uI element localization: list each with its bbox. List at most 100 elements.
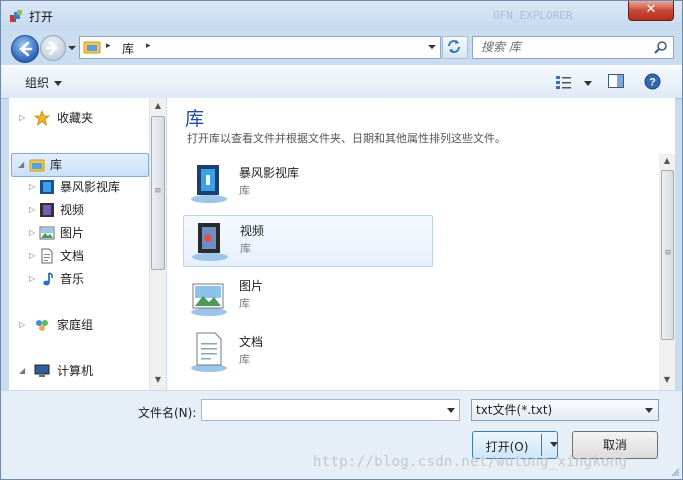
- tree-label: 库: [50, 158, 63, 172]
- collapse-arrow-icon[interactable]: ◢: [19, 360, 25, 382]
- open-options-dropdown-icon[interactable]: [550, 442, 558, 447]
- filename-input[interactable]: [202, 400, 440, 420]
- chevron-down-icon[interactable]: [645, 408, 653, 413]
- address-bar[interactable]: ▸ 库 ▸: [79, 36, 441, 59]
- scroll-down-icon[interactable]: ▼: [659, 375, 675, 384]
- chevron-down-icon[interactable]: [447, 408, 455, 413]
- expand-arrow-icon[interactable]: ▷: [29, 245, 35, 267]
- library-item-storm-video[interactable]: 暴风影视库 库: [183, 158, 431, 208]
- library-item-videos[interactable]: 视频 库: [183, 215, 433, 267]
- tree-item-music[interactable]: ▷ 音乐: [27, 268, 147, 290]
- file-type-value: txt文件(*.txt): [476, 403, 553, 417]
- address-dropdown-icon[interactable]: [428, 43, 436, 51]
- title-bar[interactable]: 打开 OFN_EXPLORER ✕: [1, 1, 682, 31]
- content-scrollbar[interactable]: ▲ ≡ ▼: [659, 154, 675, 390]
- navigation-pane[interactable]: ▷ 收藏夹 ◢ 库 ▷ 暴风影视库 ▷ 视频 ▷ 图片 ▷ 文档 ▷ 音乐 ▷ …: [9, 98, 163, 390]
- tree-label: 家庭组: [57, 318, 94, 332]
- change-view-icon[interactable]: [554, 73, 574, 91]
- cancel-button-label: 取消: [602, 438, 627, 452]
- open-button-label: 打开(O): [485, 440, 529, 454]
- back-arrow-icon: [19, 41, 33, 57]
- command-bar: 组织 ?: [1, 65, 682, 99]
- expand-arrow-icon[interactable]: ▷: [29, 199, 35, 221]
- expand-arrow-icon[interactable]: ▷: [29, 268, 35, 290]
- watermark: http://blog.csdn.net/wutong_xingkong: [313, 454, 628, 470]
- expand-arrow-icon[interactable]: ▷: [19, 107, 25, 129]
- filename-label: 文件名(N):: [138, 406, 197, 420]
- tree-label: 暴风影视库: [60, 180, 121, 194]
- library-item-pictures[interactable]: 图片 库: [183, 271, 431, 321]
- star-icon: [34, 110, 50, 126]
- breadcrumb-separator[interactable]: ▸: [146, 41, 151, 51]
- video-library-icon: [192, 223, 228, 261]
- organize-menu-button[interactable]: 组织: [25, 74, 63, 91]
- library-type: 库: [239, 184, 250, 197]
- library-folder-icon: [29, 159, 45, 172]
- library-name: 暴风影视库: [239, 166, 300, 180]
- grip-icon: ≡: [154, 186, 162, 196]
- library-content-pane: 库 打开库以查看文件并根据文件夹、日期和其他属性排列这些文件。 暴风影视库 库 …: [167, 98, 675, 390]
- file-name-panel: 文件名(N): txt文件(*.txt) 打开(O) 取消 http://blo…: [1, 391, 682, 479]
- forward-button[interactable]: [40, 35, 66, 61]
- history-dropdown-icon[interactable]: [67, 43, 77, 53]
- tree-label: 音乐: [60, 272, 85, 286]
- close-button[interactable]: ✕: [628, 1, 674, 21]
- picture-icon: [39, 226, 55, 240]
- scroll-thumb[interactable]: ≡: [661, 170, 674, 340]
- document-library-icon: [191, 332, 227, 372]
- tree-item-pictures[interactable]: ▷ 图片: [27, 222, 147, 244]
- library-folder-icon: [83, 41, 101, 54]
- tree-item-favorites[interactable]: ▷ 收藏夹: [17, 107, 147, 129]
- page-title: 库: [185, 108, 205, 130]
- library-type: 库: [239, 353, 250, 366]
- tree-item-videos[interactable]: ▷ 视频: [27, 199, 147, 221]
- window-title: 打开: [29, 10, 54, 24]
- expand-arrow-icon[interactable]: ▷: [19, 314, 25, 336]
- tree-item-documents[interactable]: ▷ 文档: [27, 245, 147, 267]
- breadcrumb-separator[interactable]: ▸: [106, 41, 111, 51]
- library-type: 库: [239, 297, 250, 310]
- scroll-up-icon[interactable]: ▲: [659, 156, 675, 165]
- collapse-arrow-icon[interactable]: ◢: [18, 154, 24, 176]
- video-library-icon: [191, 165, 227, 203]
- library-name: 文档: [239, 335, 264, 349]
- organize-label: 组织: [25, 76, 50, 90]
- tree-label: 计算机: [57, 364, 94, 378]
- document-icon: [41, 248, 53, 264]
- expand-arrow-icon[interactable]: ▷: [29, 176, 35, 198]
- expand-arrow-icon[interactable]: ▷: [29, 222, 35, 244]
- tree-item-libraries[interactable]: ◢ 库: [11, 153, 149, 177]
- back-button[interactable]: [11, 35, 39, 63]
- resize-grip-icon[interactable]: [670, 467, 680, 477]
- picture-library-icon: [191, 283, 227, 316]
- view-options-dropdown-icon[interactable]: [584, 81, 592, 86]
- search-input[interactable]: [481, 39, 641, 54]
- svg-text:?: ?: [649, 77, 656, 89]
- library-item-documents[interactable]: 文档 库: [183, 327, 431, 377]
- computer-icon: [34, 364, 50, 377]
- tree-label: 图片: [60, 226, 85, 240]
- file-type-filter[interactable]: txt文件(*.txt): [471, 399, 659, 421]
- homegroup-icon: [36, 320, 48, 331]
- grip-icon: ≡: [664, 248, 672, 258]
- music-note-icon: [43, 272, 53, 286]
- navigation-scrollbar[interactable]: ▲ ≡ ▼: [149, 98, 166, 390]
- tree-item-video-library[interactable]: ▷ 暴风影视库: [27, 176, 147, 198]
- search-icon[interactable]: [654, 40, 668, 54]
- breadcrumb-library[interactable]: 库: [122, 40, 134, 57]
- tree-item-computer[interactable]: ◢ 计算机: [17, 360, 147, 382]
- search-box[interactable]: [472, 36, 674, 59]
- library-type: 库: [240, 242, 251, 255]
- scroll-down-icon[interactable]: ▼: [150, 375, 166, 384]
- scroll-up-icon[interactable]: ▲: [150, 101, 166, 110]
- film-icon: [40, 203, 54, 217]
- help-icon[interactable]: ?: [644, 73, 661, 90]
- app-icon: [10, 10, 22, 22]
- library-name: 图片: [239, 279, 264, 293]
- preview-pane-icon[interactable]: [608, 74, 624, 88]
- open-file-dialog: 打开 OFN_EXPLORER ✕ ▸ 库 ▸ 搜索 库 组织 ? ▷ 收藏夹 …: [0, 0, 683, 480]
- refresh-button[interactable]: [442, 36, 468, 59]
- scroll-thumb[interactable]: ≡: [151, 116, 165, 270]
- tree-item-homegroup[interactable]: ▷ 家庭组: [17, 314, 147, 336]
- filename-combobox[interactable]: [201, 399, 460, 421]
